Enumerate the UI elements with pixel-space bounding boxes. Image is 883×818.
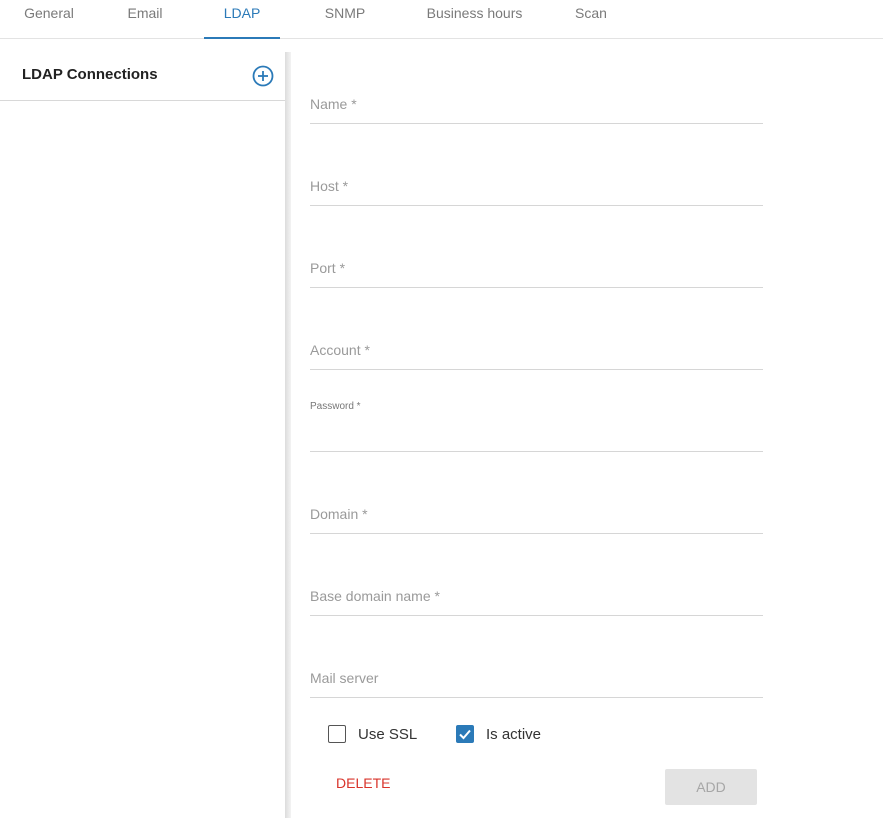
password-field[interactable]: Password * (310, 396, 763, 452)
tab-email[interactable]: Email (111, 0, 179, 38)
is-active-label: Is active (486, 725, 542, 743)
account-input[interactable] (310, 334, 763, 369)
sidebar-header: LDAP Connections (0, 52, 285, 101)
domain-field[interactable]: Domain * (310, 498, 763, 534)
name-input[interactable] (310, 88, 763, 123)
domain-input[interactable] (310, 498, 763, 533)
base-domain-name-input[interactable] (310, 580, 763, 615)
name-field[interactable]: Name * (310, 88, 763, 124)
mail-server-field[interactable]: Mail server (310, 662, 763, 698)
base-domain-name-field[interactable]: Base domain name * (310, 580, 763, 616)
host-input[interactable] (310, 170, 763, 205)
password-input[interactable] (310, 396, 763, 451)
plus-circle-icon (252, 65, 274, 87)
use-ssl-label: Use SSL (358, 725, 418, 743)
use-ssl-option[interactable]: Use SSL (328, 722, 417, 746)
account-field[interactable]: Account * (310, 334, 763, 370)
is-active-option[interactable]: Is active (456, 722, 541, 746)
mail-server-input[interactable] (310, 662, 763, 697)
use-ssl-checkbox[interactable] (328, 725, 346, 743)
host-field[interactable]: Host * (310, 170, 763, 206)
ldap-connections-sidebar: LDAP Connections (0, 52, 285, 818)
port-input[interactable] (310, 252, 763, 287)
checkmark-icon (458, 729, 471, 739)
tab-general[interactable]: General (0, 0, 98, 38)
tab-ldap[interactable]: LDAP (204, 0, 280, 39)
ldap-form: Name * Host * Port * Account * Password … (310, 0, 763, 818)
add-connection-button[interactable] (252, 65, 274, 87)
panel-divider (285, 52, 291, 818)
is-active-checkbox[interactable] (456, 725, 474, 743)
port-field[interactable]: Port * (310, 252, 763, 288)
add-button[interactable]: ADD (665, 769, 757, 805)
sidebar-title: LDAP Connections (22, 66, 158, 83)
delete-button[interactable]: DELETE (336, 775, 390, 791)
